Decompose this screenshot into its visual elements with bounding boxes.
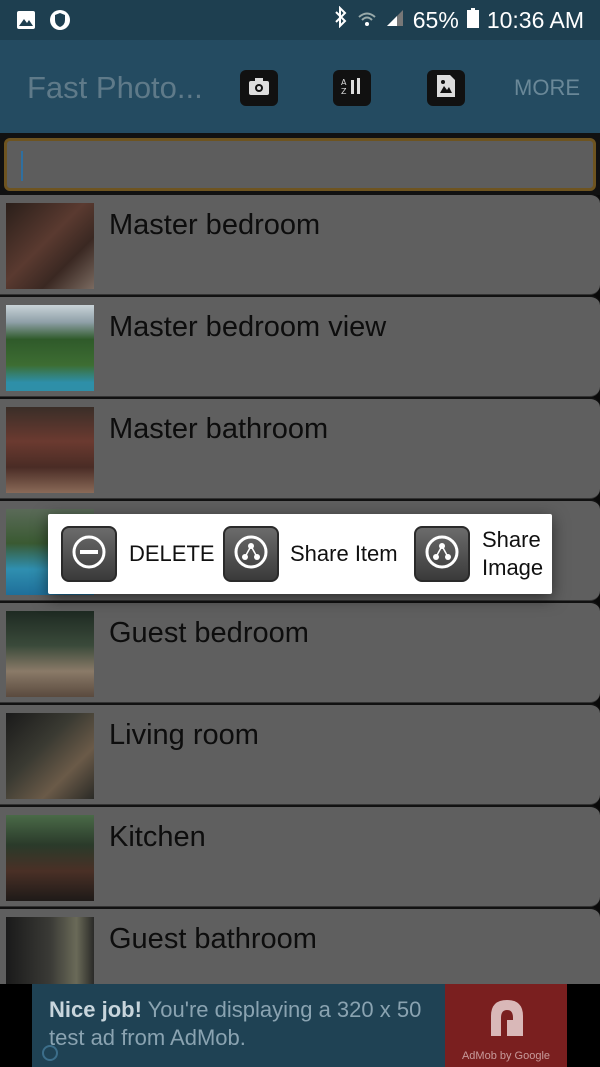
thumbnail-image: [6, 203, 94, 289]
list-item[interactable]: Kitchen: [0, 805, 600, 907]
list-item-label: Master bedroom: [109, 209, 321, 241]
list-item[interactable]: Master bedroom: [0, 193, 600, 295]
sort-icon: AZ: [340, 76, 364, 101]
battery-icon: [466, 7, 479, 34]
action-bar: Fast Photo... AZ MORE: [0, 40, 600, 133]
list-item-label: Master bedroom view: [109, 311, 387, 343]
image-file-icon: [435, 74, 457, 103]
wifi-icon: [357, 7, 377, 34]
status-icons-left: [14, 8, 72, 32]
battery-percent: 65%: [412, 6, 459, 33]
list-item[interactable]: Living room: [0, 703, 600, 805]
room-list: Master bedroom Master bedroom view Maste…: [0, 193, 600, 1009]
list-item-label: Living room: [109, 719, 259, 751]
status-icons-right: 65% 10:36 AM: [333, 5, 584, 34]
thumbnail-image: [6, 713, 94, 799]
list-item[interactable]: Master bathroom: [0, 397, 600, 499]
minus-circle-icon: [71, 534, 107, 575]
clock: 10:36 AM: [486, 6, 584, 33]
thumbnail-image: [6, 815, 94, 901]
camera-icon: [248, 76, 270, 101]
camera-button[interactable]: [240, 70, 278, 106]
list-item[interactable]: Guest bedroom: [0, 601, 600, 703]
share-icon: [424, 534, 460, 575]
share-item-button[interactable]: [223, 526, 279, 582]
admob-icon: [491, 1000, 523, 1036]
delete-button[interactable]: [61, 526, 117, 582]
ad-content[interactable]: Nice job! You're displaying a 320 x 50 t…: [32, 984, 567, 1067]
thumbnail-image: [6, 611, 94, 697]
info-icon[interactable]: [42, 1045, 58, 1061]
more-button[interactable]: MORE: [514, 75, 580, 101]
list-item-label: Kitchen: [109, 821, 206, 853]
ad-text: Nice job! You're displaying a 320 x 50 t…: [49, 996, 449, 1052]
app-title: Fast Photo...: [27, 70, 203, 105]
bluetooth-icon: [333, 5, 349, 34]
search-bar: [0, 133, 600, 195]
text-cursor: [21, 151, 23, 181]
gallery-icon: [14, 8, 38, 32]
image-button[interactable]: [427, 70, 465, 106]
svg-text:A: A: [341, 78, 347, 87]
list-item-label: Guest bedroom: [109, 617, 309, 649]
list-item-label: Master bathroom: [109, 413, 329, 445]
status-bar: 65% 10:36 AM: [0, 0, 600, 40]
signal-icon: [385, 7, 405, 34]
admob-logo-text: AdMob by Google: [461, 1050, 551, 1062]
share-item-label[interactable]: Share Item: [290, 540, 398, 568]
ad-headline: Nice job!: [49, 997, 142, 1022]
thumbnail-image: [6, 407, 94, 493]
delete-label[interactable]: DELETE: [129, 540, 215, 568]
shield-icon: [48, 8, 72, 32]
share-image-label[interactable]: Share Image: [482, 526, 550, 582]
share-icon: [233, 534, 269, 575]
share-image-button[interactable]: [414, 526, 470, 582]
search-input[interactable]: [4, 138, 596, 191]
list-item-label: Guest bathroom: [109, 923, 317, 955]
svg-text:Z: Z: [341, 87, 347, 96]
list-item[interactable]: Master bedroom view: [0, 295, 600, 397]
thumbnail-image: [6, 305, 94, 391]
ad-banner[interactable]: Nice job! You're displaying a 320 x 50 t…: [0, 984, 600, 1067]
sort-button[interactable]: AZ: [333, 70, 371, 106]
admob-logo: AdMob by Google: [445, 984, 567, 1067]
context-menu: DELETE Share Item Share Image: [48, 514, 552, 594]
